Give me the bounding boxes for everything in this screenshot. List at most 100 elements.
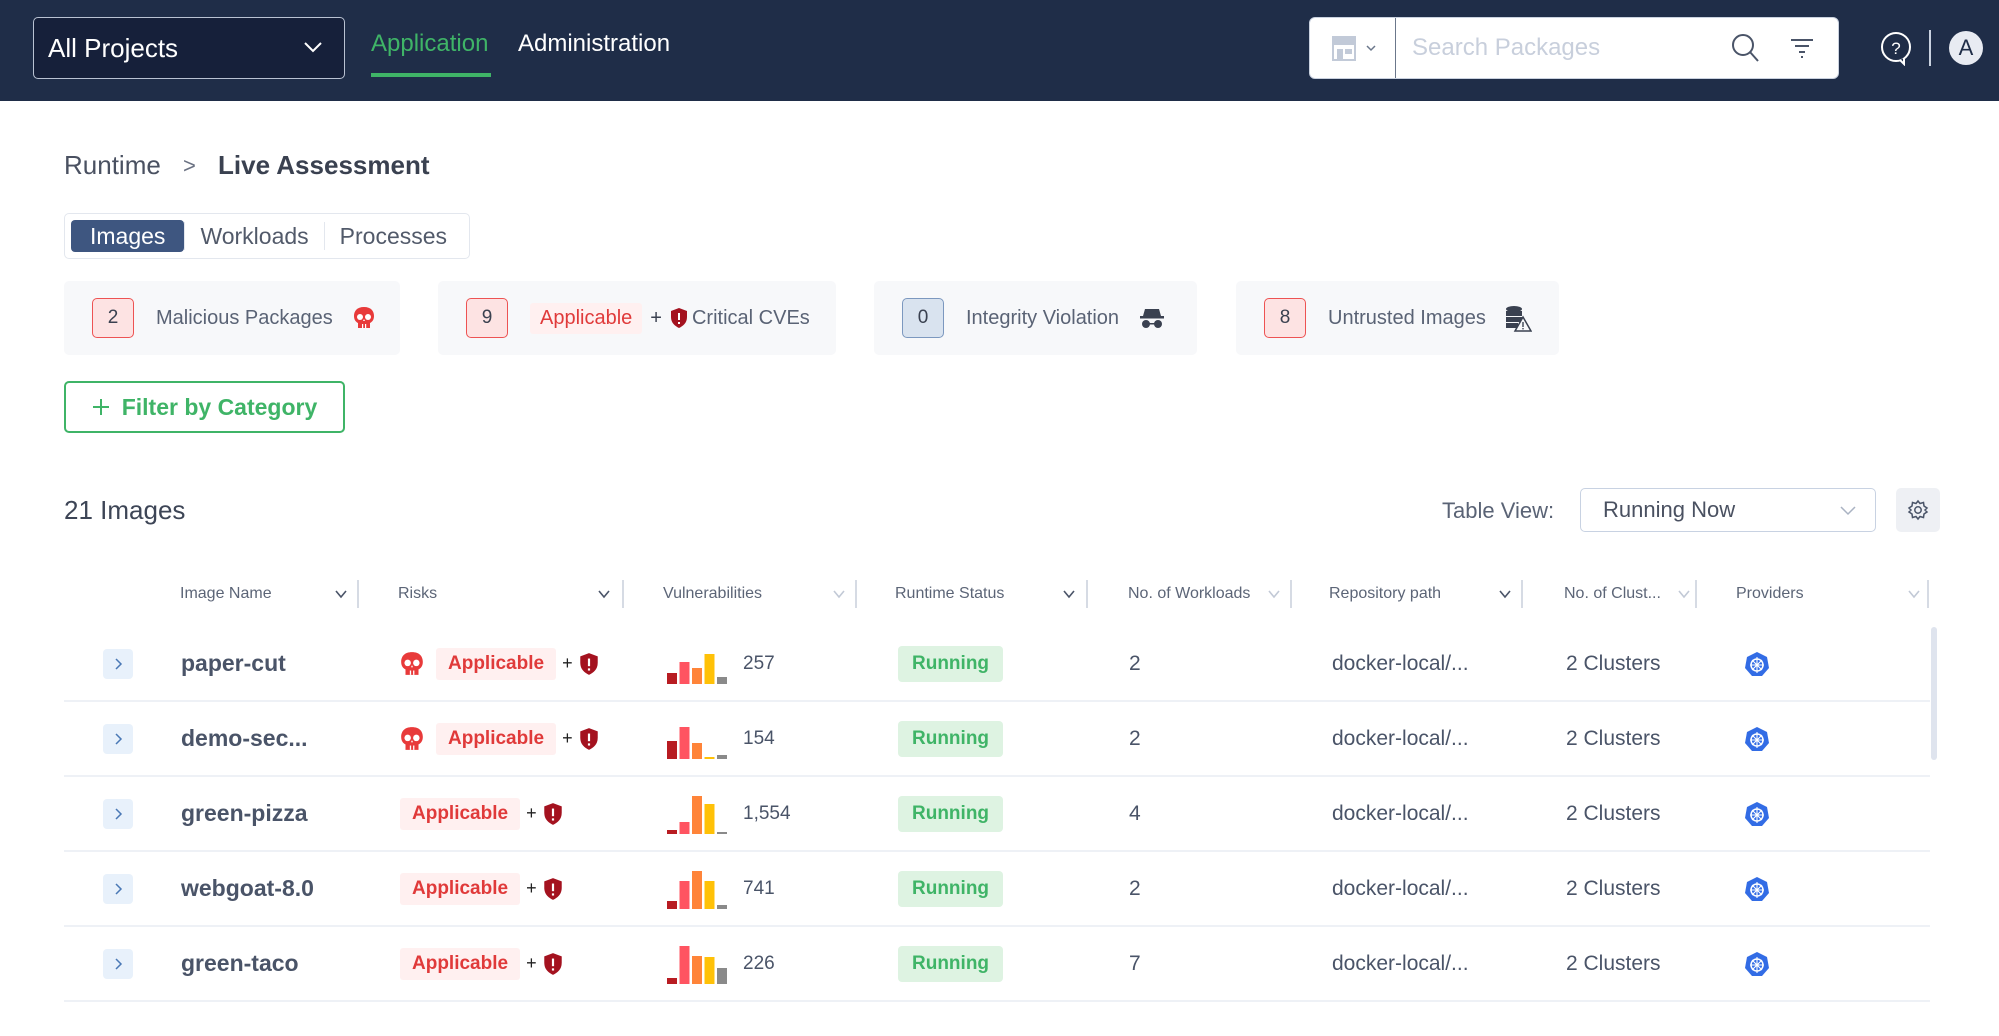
project-selector[interactable]: All Projects: [33, 17, 345, 79]
plus-sign: +: [526, 953, 537, 973]
breadcrumb-separator: >: [183, 153, 196, 178]
column-resize-handle[interactable]: [1927, 580, 1929, 608]
chevron-right-icon: [115, 658, 123, 670]
vulnerability-bar: [692, 870, 702, 909]
image-name[interactable]: demo-sec...: [181, 725, 308, 752]
image-name[interactable]: webgoat-8.0: [181, 875, 314, 902]
avatar[interactable]: A: [1949, 31, 1983, 65]
kubernetes-icon: [1745, 951, 1769, 976]
applicable-tag[interactable]: Applicable: [400, 872, 521, 905]
search-scope-dropdown[interactable]: [1310, 18, 1396, 78]
column-resize-handle[interactable]: [357, 580, 359, 608]
card-untrusted-images[interactable]: 8 Untrusted Images: [1236, 281, 1559, 355]
vulnerabilities-cell[interactable]: 741: [667, 852, 775, 925]
vulnerabilities-cell[interactable]: 1,554: [667, 777, 791, 850]
column-resize-handle[interactable]: [1695, 580, 1697, 608]
column-header[interactable]: Risks: [398, 578, 437, 610]
column-header[interactable]: Repository path: [1329, 578, 1441, 610]
card-integrity-violation[interactable]: 0 Integrity Violation: [874, 281, 1197, 355]
sort-chevron-icon[interactable]: [1267, 588, 1281, 600]
image-name[interactable]: green-pizza: [181, 800, 308, 827]
vulnerability-bar: [692, 795, 702, 834]
breadcrumb-runtime[interactable]: Runtime: [64, 150, 161, 181]
sort-chevron-icon[interactable]: [334, 588, 348, 600]
expand-row-button[interactable]: [103, 874, 133, 904]
database-warning-icon: [1505, 306, 1532, 332]
image-name[interactable]: green-taco: [181, 950, 299, 977]
vulnerability-bar: [717, 676, 727, 684]
filter-by-category-button[interactable]: Filter by Category: [64, 381, 345, 433]
kubernetes-icon: [1745, 801, 1769, 826]
column-resize-handle[interactable]: [1521, 580, 1523, 608]
sort-chevron-icon[interactable]: [1062, 588, 1076, 600]
vulnerability-bar: [692, 742, 702, 759]
clusters-count: 2 Clusters: [1566, 951, 1661, 975]
column-header[interactable]: No. of Workloads: [1128, 578, 1250, 610]
table-view-select[interactable]: Running Now: [1580, 488, 1876, 532]
applicable-tag[interactable]: Applicable: [436, 647, 557, 680]
search-input[interactable]: [1412, 18, 1712, 78]
sort-chevron-icon[interactable]: [1498, 588, 1512, 600]
risks-cell: Applicable +: [400, 777, 563, 850]
vulnerabilities-cell[interactable]: 226: [667, 927, 775, 1000]
column-header[interactable]: Providers: [1736, 578, 1804, 610]
repository-path[interactable]: docker-local/...: [1332, 727, 1469, 751]
table-view-value: Running Now: [1603, 497, 1736, 522]
sort-chevron-icon[interactable]: [597, 588, 611, 600]
workloads-count: 2: [1129, 651, 1141, 675]
tab-processes[interactable]: Processes: [325, 220, 462, 252]
nav-administration[interactable]: Administration: [518, 30, 670, 58]
search-icon[interactable]: [1730, 32, 1762, 64]
vulnerability-bar: [704, 803, 715, 834]
active-nav-indicator: [371, 73, 491, 77]
tab-images[interactable]: Images: [71, 220, 185, 252]
vulnerabilities-cell[interactable]: 257: [667, 627, 775, 700]
repository-path[interactable]: docker-local/...: [1332, 877, 1469, 901]
view-tabs: Images Workloads Processes: [64, 213, 470, 259]
chevron-right-icon: [115, 958, 123, 970]
table-row[interactable]: demo-sec... Applicable +154 Running 2 docker-…: [64, 702, 1930, 777]
table-row[interactable]: paper-cut Applicable +257 Running 2 docker-lo…: [64, 627, 1930, 702]
nav-application[interactable]: Application: [371, 30, 488, 58]
status-badge: Running: [898, 645, 1004, 682]
applicable-tag[interactable]: Applicable: [400, 797, 521, 830]
repository-path[interactable]: docker-local/...: [1332, 652, 1469, 676]
vulnerability-bar: [667, 900, 677, 909]
repository-path[interactable]: docker-local/...: [1332, 802, 1469, 826]
tab-workloads[interactable]: Workloads: [185, 220, 323, 252]
page-title: Live Assessment: [218, 150, 430, 180]
skull-icon: [401, 651, 423, 675]
vulnerabilities-cell[interactable]: 154: [667, 702, 775, 775]
column-header[interactable]: Vulnerabilities: [663, 578, 762, 610]
column-header[interactable]: No. of Clust...: [1564, 578, 1661, 610]
sort-chevron-icon[interactable]: [1907, 588, 1921, 600]
sort-chevron-icon[interactable]: [832, 588, 846, 600]
column-resize-handle[interactable]: [855, 580, 857, 608]
expand-row-button[interactable]: [103, 949, 133, 979]
help-icon[interactable]: ?: [1878, 30, 1914, 66]
table-settings-button[interactable]: [1896, 488, 1940, 532]
incognito-icon: [1140, 309, 1165, 328]
column-resize-handle[interactable]: [1290, 580, 1292, 608]
workloads-count: 2: [1129, 876, 1141, 900]
table-scrollbar[interactable]: [1931, 627, 1937, 760]
column-resize-handle[interactable]: [622, 580, 624, 608]
column-header-label: Risks: [398, 585, 438, 602]
column-header[interactable]: Runtime Status: [895, 578, 1004, 610]
expand-row-button[interactable]: [103, 799, 133, 829]
applicable-tag[interactable]: Applicable: [436, 722, 557, 755]
table-row[interactable]: green-pizza Applicable +1,554 Running 4 docke…: [64, 777, 1930, 852]
column-resize-handle[interactable]: [1086, 580, 1088, 608]
expand-row-button[interactable]: [103, 649, 133, 679]
table-row[interactable]: webgoat-8.0 Applicable +741 Running 2 docker-…: [64, 852, 1930, 927]
filter-icon[interactable]: [1788, 34, 1816, 62]
card-critical-cves[interactable]: 9 Applicable + Critical CVEs: [438, 281, 836, 355]
table-row[interactable]: green-taco Applicable +226 Running 7 docker-l…: [64, 927, 1930, 1002]
sort-chevron-icon[interactable]: [1677, 588, 1691, 600]
applicable-tag[interactable]: Applicable: [400, 947, 521, 980]
card-malicious-packages[interactable]: 2 Malicious Packages: [64, 281, 400, 355]
image-name[interactable]: paper-cut: [181, 650, 286, 677]
repository-path[interactable]: docker-local/...: [1332, 952, 1469, 976]
column-header[interactable]: Image Name: [180, 578, 272, 610]
expand-row-button[interactable]: [103, 724, 133, 754]
